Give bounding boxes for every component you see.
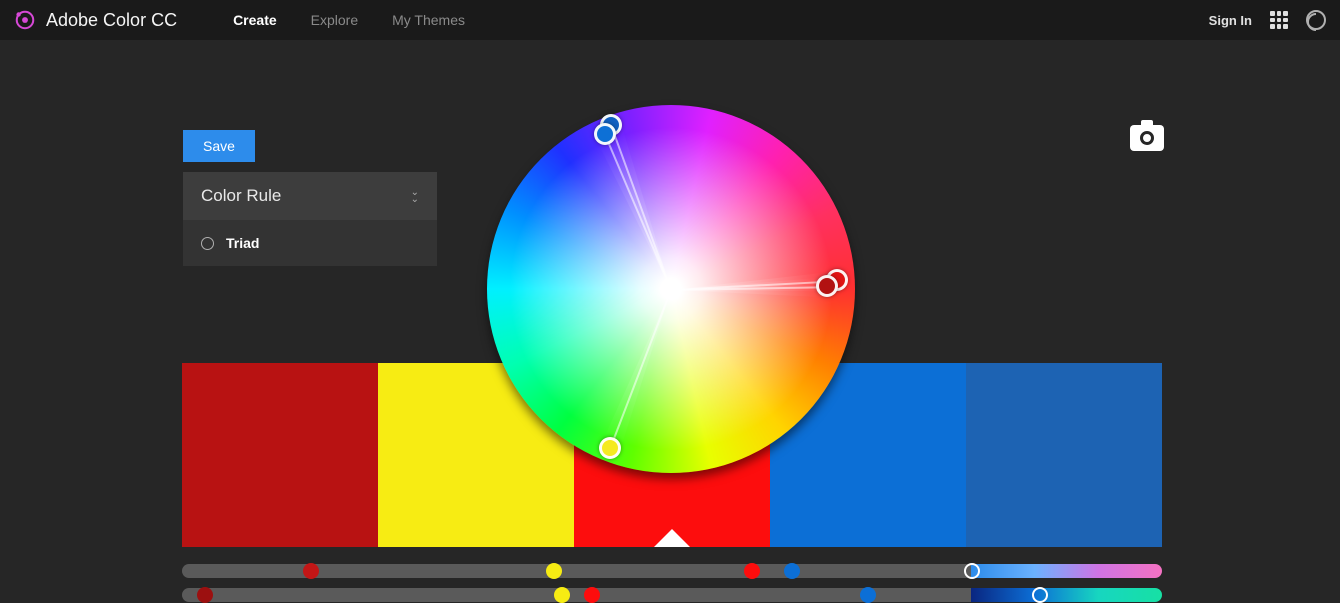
signin-link[interactable]: Sign In	[1209, 13, 1252, 28]
nav-item-my-themes[interactable]: My Themes	[392, 12, 465, 28]
product-name: Adobe Color CC	[46, 10, 177, 31]
wheel-handle[interactable]	[594, 123, 616, 145]
color-rule-title: Color Rule	[201, 186, 281, 206]
slider-handle[interactable]	[744, 563, 760, 579]
creative-cloud-icon[interactable]	[1306, 10, 1326, 30]
main-nav: Create Explore My Themes	[233, 12, 465, 28]
slider-handle[interactable]	[197, 587, 213, 603]
wheel-handle[interactable]	[816, 275, 838, 297]
apps-grid-icon[interactable]	[1270, 11, 1288, 29]
slider-handle[interactable]	[554, 587, 570, 603]
chevron-down-icon: ⌄⌄	[411, 189, 419, 203]
color-wheel[interactable]	[487, 105, 855, 473]
swatch[interactable]	[966, 363, 1162, 547]
slider-track-gradient	[971, 588, 1162, 602]
color-rule-toggle[interactable]: Color Rule ⌄⌄	[183, 172, 437, 220]
slider-handle[interactable]	[1032, 587, 1048, 603]
slider-handle[interactable]	[584, 587, 600, 603]
color-slider[interactable]	[182, 564, 1162, 578]
nav-item-explore[interactable]: Explore	[311, 12, 358, 28]
camera-icon	[1140, 131, 1154, 145]
slider-stack	[182, 564, 1162, 602]
main-area: Save Color Rule ⌄⌄ Triad	[0, 40, 1340, 567]
slider-track-gray	[182, 588, 971, 602]
color-rule-selected-row[interactable]: Triad	[183, 220, 437, 266]
color-rule-name: Triad	[226, 235, 259, 251]
slider-track-gray	[182, 564, 971, 578]
logo: Adobe Color CC	[14, 9, 177, 31]
slider-handle[interactable]	[546, 563, 562, 579]
swatch[interactable]	[182, 363, 378, 547]
color-rule-panel: Color Rule ⌄⌄ Triad	[183, 172, 437, 266]
extract-from-image-button[interactable]	[1130, 125, 1164, 151]
save-button[interactable]: Save	[183, 130, 255, 162]
nav-item-create[interactable]: Create	[233, 12, 277, 28]
adobe-color-logo-icon	[14, 9, 36, 31]
slider-handle[interactable]	[784, 563, 800, 579]
color-wheel-disc[interactable]	[487, 105, 855, 473]
wheel-handle[interactable]	[599, 437, 621, 459]
radio-icon	[201, 237, 214, 250]
color-slider[interactable]	[182, 588, 1162, 602]
slider-handle[interactable]	[964, 563, 980, 579]
slider-handle[interactable]	[303, 563, 319, 579]
slider-handle[interactable]	[860, 587, 876, 603]
slider-track-gradient	[971, 564, 1162, 578]
header-right: Sign In	[1209, 10, 1326, 30]
app-header: Adobe Color CC Create Explore My Themes Si…	[0, 0, 1340, 40]
